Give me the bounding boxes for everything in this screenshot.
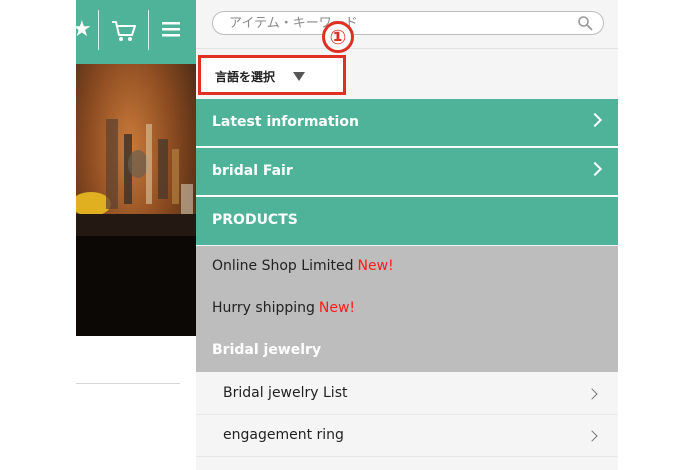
- language-selector-label: 言語を選択: [215, 70, 276, 84]
- site-header-bar: ★: [72, 0, 196, 64]
- submenu-item-label: engagement ring: [223, 427, 344, 443]
- submenu-item-label: Bridal jewelry List: [223, 385, 348, 401]
- menu-item-label: bridal Fair: [212, 163, 293, 179]
- search-box[interactable]: [212, 11, 604, 35]
- submenu-item-engagement-ring[interactable]: engagement ring: [196, 415, 618, 457]
- search-icon[interactable]: [577, 15, 593, 31]
- header-divider: [98, 10, 99, 50]
- submenu-item-bridal-jewelry-list[interactable]: Bridal jewelry List: [196, 373, 618, 415]
- hero-photo: [76, 64, 196, 336]
- search-row: [196, 0, 618, 49]
- chevron-right-icon: [586, 388, 598, 400]
- content-divider: [76, 383, 180, 384]
- step-number-badge: ①: [322, 21, 354, 53]
- navigation-drawer: 言語を選択 ① Latest information bridal Fair P…: [196, 0, 618, 470]
- menu-section-label: PRODUCTS: [212, 212, 298, 228]
- menu-item-label: Latest information: [212, 114, 359, 130]
- chevron-right-icon: [586, 430, 598, 442]
- menu-item-latest-information[interactable]: Latest information: [196, 99, 618, 147]
- cart-icon[interactable]: [110, 18, 138, 44]
- menu-item-label: Online Shop Limited: [212, 258, 354, 274]
- menu-section-label: Bridal jewelry: [212, 342, 322, 358]
- menu-item-label: Hurry shipping: [212, 300, 315, 316]
- header-divider: [148, 10, 149, 50]
- menu-item-bridal-fair[interactable]: bridal Fair: [196, 148, 618, 196]
- star-icon[interactable]: ★: [72, 18, 92, 42]
- new-badge: New!: [357, 258, 394, 274]
- new-badge: New!: [318, 300, 356, 316]
- dropdown-arrow-icon: [293, 72, 305, 81]
- language-selector[interactable]: 言語を選択: [198, 55, 346, 95]
- menu-section-products: PRODUCTS: [196, 197, 618, 245]
- hamburger-menu-icon[interactable]: [162, 21, 180, 37]
- menu-item-online-shop-limited[interactable]: Online Shop Limited New!: [196, 246, 618, 288]
- phone-screen: ★ アイテム・キーワード 言語を選択 ① Latest information …: [72, 0, 618, 470]
- search-input[interactable]: [229, 12, 559, 34]
- language-row: 言語を選択: [196, 49, 618, 99]
- menu-item-hurry-shipping[interactable]: Hurry shipping New!: [196, 288, 618, 330]
- chevron-right-icon: [587, 112, 603, 128]
- chevron-right-icon: [587, 161, 603, 177]
- menu-section-bridal-jewelry[interactable]: Bridal jewelry: [196, 330, 618, 372]
